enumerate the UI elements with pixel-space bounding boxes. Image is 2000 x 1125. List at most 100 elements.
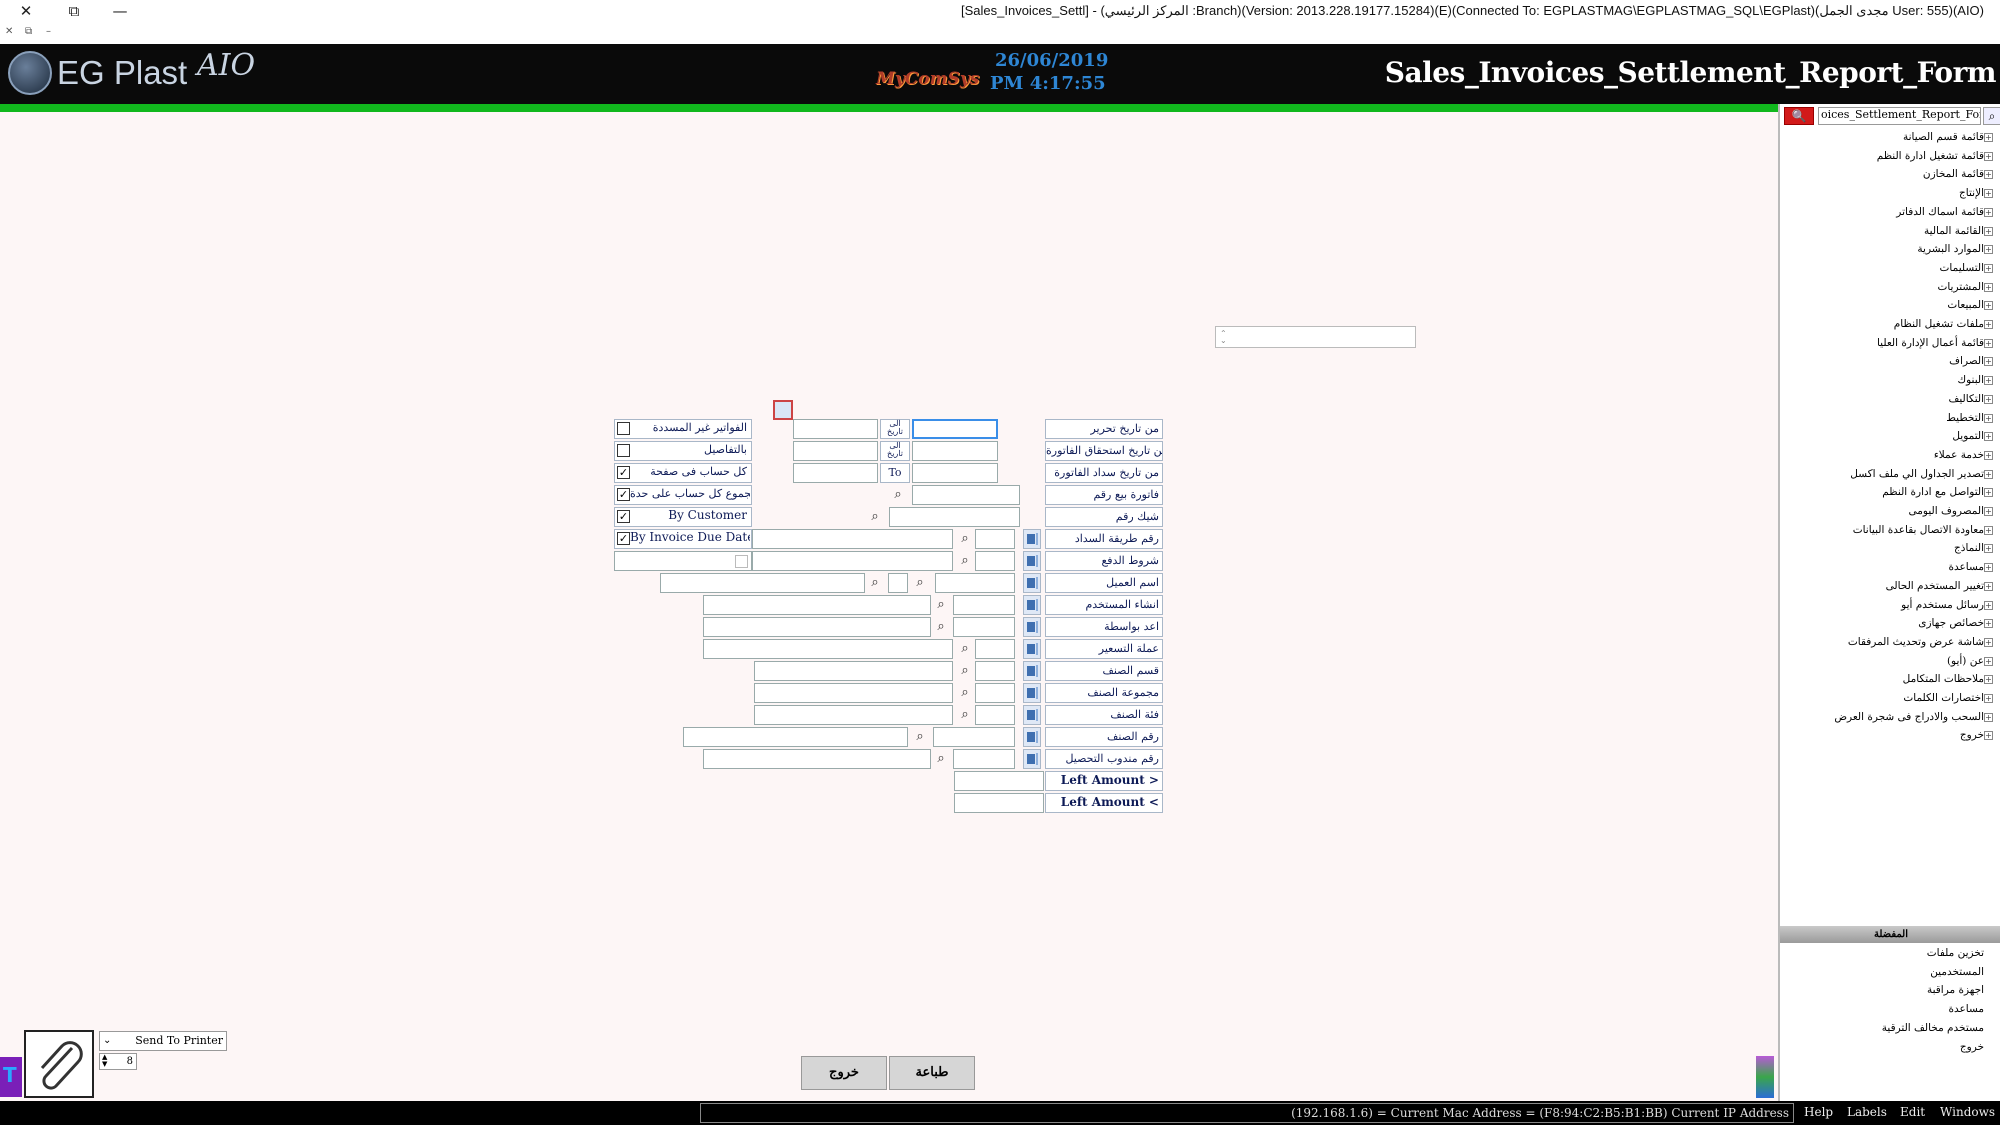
menu-tree-item[interactable]: +شاشة عرض وتحديث المرفقات xyxy=(1848,633,1996,651)
lookup-picker-icon[interactable] xyxy=(1023,573,1041,593)
menu-tree-item[interactable]: +خدمة عملاء xyxy=(1934,446,1996,464)
menu-tree-item[interactable]: +قائمة قسم الصيانة xyxy=(1903,128,1996,146)
expand-icon[interactable]: + xyxy=(1984,301,1993,311)
floating-panel[interactable]: ⌃ ⌄ xyxy=(1215,326,1416,348)
search-icon[interactable]: ⌕ xyxy=(865,573,885,593)
code-field[interactable] xyxy=(953,617,1015,637)
expand-icon[interactable]: + xyxy=(1984,133,1993,142)
expand-icon[interactable]: + xyxy=(1984,544,1993,554)
menu-tree-item[interactable]: +قائمة تشغيل ادارة النظم xyxy=(1877,147,1996,165)
menu-tree-item[interactable]: +مساعدة xyxy=(1949,558,1996,576)
option-checkbox[interactable] xyxy=(617,444,630,457)
expand-icon[interactable]: + xyxy=(1984,376,1993,386)
left-amount-min-field[interactable] xyxy=(954,771,1044,791)
option-checkbox[interactable] xyxy=(617,422,630,435)
menu-tree-item[interactable]: +خروج xyxy=(1960,726,1996,744)
menu-tree-item[interactable]: +ملاحظات المتكامل xyxy=(1903,670,1996,688)
menu-tree-item[interactable]: +اختصارات الكلمات xyxy=(1903,689,1996,707)
menu-tree-item[interactable]: +البنوك xyxy=(1957,371,1996,389)
search-icon[interactable]: ⌕ xyxy=(955,639,975,659)
menu-tree-item[interactable]: +المبيعات xyxy=(1947,296,1996,314)
expand-icon[interactable]: + xyxy=(1984,357,1993,367)
menu-tree-item[interactable]: +معاودة الاتصال بقاعدة البيانات xyxy=(1853,521,1996,539)
name-field[interactable] xyxy=(703,749,931,769)
menu-windows[interactable]: Windows xyxy=(1940,1105,1995,1119)
menu-edit[interactable]: Edit xyxy=(1900,1105,1925,1119)
expand-icon[interactable]: + xyxy=(1984,469,1993,479)
left-amount-max-field[interactable] xyxy=(954,793,1044,813)
payment-terms-field[interactable] xyxy=(752,551,953,571)
code-field[interactable] xyxy=(953,749,1015,769)
expand-icon[interactable]: + xyxy=(1984,338,1993,348)
code-field[interactable] xyxy=(975,661,1015,681)
to-date-field[interactable] xyxy=(793,441,878,461)
lookup-picker-icon[interactable] xyxy=(1023,683,1041,703)
menu-tree-item[interactable]: +تغيير المستخدم الحالى xyxy=(1886,577,1996,595)
lookup-picker-icon[interactable] xyxy=(1023,661,1041,681)
name-field[interactable] xyxy=(754,683,953,703)
calendar-icon[interactable] xyxy=(773,400,793,420)
lookup-picker-icon[interactable] xyxy=(1023,595,1041,615)
menu-tree-item[interactable]: +عن (أيو) xyxy=(1947,652,1996,670)
favorite-item[interactable]: اجهزة مراقبة xyxy=(1927,981,1984,999)
expand-icon[interactable]: + xyxy=(1984,263,1993,273)
expand-icon[interactable]: + xyxy=(1984,507,1993,516)
expand-icon[interactable]: + xyxy=(1984,637,1993,647)
search-go-button[interactable]: 🔍 xyxy=(1784,107,1814,125)
favorite-item[interactable]: خروج xyxy=(1960,1038,1984,1056)
search-icon[interactable]: ⌕ xyxy=(865,507,885,527)
name-field[interactable] xyxy=(754,705,953,725)
option-checkbox[interactable]: ✓ xyxy=(617,532,630,545)
code-field[interactable] xyxy=(933,727,1015,747)
expand-icon[interactable]: + xyxy=(1984,151,1993,161)
menu-tree-item[interactable]: +القائمة المالية xyxy=(1924,222,1996,240)
search-icon[interactable]: ⌕ xyxy=(955,551,975,571)
menu-tree-item[interactable]: +الصراف xyxy=(1949,352,1996,370)
menu-tree-item[interactable]: +التكاليف xyxy=(1948,390,1996,408)
option-checkbox[interactable]: ✓ xyxy=(617,488,630,501)
menu-tree-item[interactable]: +التواصل مع ادارة النظم xyxy=(1882,483,1996,501)
lookup-picker-icon[interactable] xyxy=(1023,727,1041,747)
search-icon[interactable]: ⌕ xyxy=(931,617,951,637)
expand-icon[interactable]: + xyxy=(1984,731,1993,741)
expand-icon[interactable]: + xyxy=(1984,581,1993,591)
expand-icon[interactable]: + xyxy=(1984,488,1993,498)
expand-icon[interactable]: + xyxy=(1984,525,1993,535)
menu-tree-item[interactable]: +قائمة المخازن xyxy=(1923,165,1996,183)
stepper-icon[interactable]: ▲ ▼ xyxy=(102,1054,107,1068)
menu-tree-item[interactable]: +قائمة أعمال الإدارة العليا xyxy=(1877,334,1996,352)
expand-icon[interactable]: + xyxy=(1984,450,1993,460)
check-number-field[interactable] xyxy=(889,507,1020,527)
expand-icon[interactable]: + xyxy=(1984,563,1993,573)
expand-icon[interactable]: + xyxy=(1984,245,1993,255)
menu-tree-item[interactable]: +التخطيط xyxy=(1946,409,1996,427)
expand-icon[interactable]: + xyxy=(1984,207,1993,217)
lookup-picker-icon[interactable] xyxy=(1023,529,1041,549)
option-checkbox[interactable]: ✓ xyxy=(617,466,630,479)
search-icon[interactable]: ⌕ xyxy=(931,749,951,769)
menu-tree-item[interactable]: +التسليمات xyxy=(1940,259,1996,277)
favorite-item[interactable]: المستخدمين xyxy=(1930,963,1984,981)
code-field[interactable] xyxy=(975,705,1015,725)
menu-tree-item[interactable]: +خصائص جهازى xyxy=(1918,614,1996,632)
books-icon[interactable] xyxy=(1756,1056,1774,1098)
to-date-field[interactable] xyxy=(793,419,878,439)
expand-icon[interactable]: + xyxy=(1984,189,1993,199)
expand-icon[interactable]: + xyxy=(1984,413,1993,423)
close-icon[interactable]: ✕ xyxy=(6,0,46,22)
code-field[interactable] xyxy=(975,529,1015,549)
search-icon[interactable]: ⌕ xyxy=(955,683,975,703)
name-field[interactable] xyxy=(660,573,865,593)
spinner-icon[interactable]: ⌃ ⌄ xyxy=(1220,330,1227,345)
search-icon[interactable]: ⌕ xyxy=(910,727,930,747)
search-icon[interactable]: ⌕ xyxy=(888,485,908,505)
paperclip-button[interactable] xyxy=(24,1030,94,1098)
invoice-number-field[interactable] xyxy=(912,485,1020,505)
option-checkbox[interactable] xyxy=(735,555,748,568)
code-field[interactable] xyxy=(975,639,1015,659)
from-date-field[interactable] xyxy=(912,441,998,461)
expand-icon[interactable]: + xyxy=(1984,656,1993,666)
favorite-item[interactable]: تخزين ملفات xyxy=(1927,944,1984,962)
code-field[interactable] xyxy=(953,595,1015,615)
name-field[interactable] xyxy=(703,617,931,637)
